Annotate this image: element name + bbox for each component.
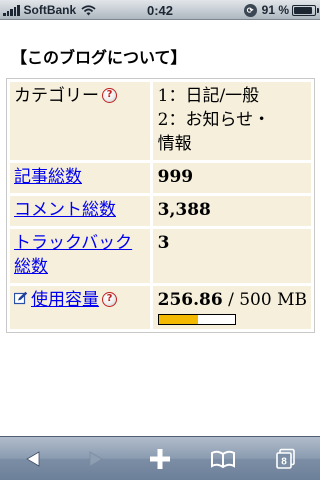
pages-icon: 8 bbox=[276, 448, 295, 469]
table-row: カテゴリー? 1：日記/一般 2：お知らせ・ 情報 bbox=[10, 82, 311, 160]
status-bar-right: ⟳ 91 % bbox=[243, 3, 319, 17]
battery-level-fill bbox=[294, 6, 313, 14]
forward-icon bbox=[89, 451, 103, 467]
pages-count: 8 bbox=[281, 457, 287, 468]
storage-link[interactable]: 使用容量 bbox=[31, 290, 99, 310]
trackbacks-value-cell: 3 bbox=[152, 229, 311, 283]
help-icon[interactable]: ? bbox=[102, 87, 117, 103]
battery-percent: 91 % bbox=[261, 3, 289, 17]
category-item: 2：お知らせ・ bbox=[157, 110, 271, 130]
browser-toolbar: 8 bbox=[0, 436, 320, 480]
bookmarks-icon bbox=[211, 450, 235, 468]
table-row: コメント総数 3,388 bbox=[10, 196, 311, 226]
storage-usage-bar bbox=[157, 314, 236, 325]
comments-label-cell: コメント総数 bbox=[10, 196, 150, 226]
section-title: 【このブログについて】 bbox=[11, 48, 187, 67]
help-icon[interactable]: ? bbox=[102, 291, 117, 307]
posts-label-cell: 記事総数 bbox=[10, 163, 150, 193]
blog-info-table: カテゴリー? 1：日記/一般 2：お知らせ・ 情報 記事総数 999 コメント総… bbox=[6, 78, 315, 333]
pages-button[interactable]: 8 bbox=[259, 437, 313, 480]
add-icon bbox=[150, 449, 170, 469]
status-bar: SoftBank 0:42 ⟳ 91 % bbox=[0, 0, 320, 20]
table-row: 記事総数 999 bbox=[10, 163, 311, 193]
table-row: トラックバック総数 3 bbox=[10, 229, 311, 283]
comments-link[interactable]: コメント総数 bbox=[14, 200, 116, 220]
storage-value-cell: 256.86 / 500 MB bbox=[152, 286, 311, 329]
posts-value-cell: 999 bbox=[152, 163, 311, 193]
posts-count: 999 bbox=[157, 167, 194, 187]
storage-label-cell: 使用容量? bbox=[10, 286, 150, 329]
trackbacks-link[interactable]: トラックバック総数 bbox=[14, 233, 132, 277]
trackbacks-count: 3 bbox=[157, 233, 170, 253]
comments-value-cell: 3,388 bbox=[152, 196, 311, 226]
storage-used: 256.86 bbox=[157, 290, 223, 310]
category-item: 情報 bbox=[157, 134, 192, 154]
battery-icon bbox=[292, 4, 319, 16]
categories-label: カテゴリー bbox=[14, 86, 99, 106]
storage-total: 500 MB bbox=[239, 290, 307, 310]
rotation-lock-icon: ⟳ bbox=[243, 3, 257, 17]
category-item: 1：日記/一般 bbox=[157, 86, 260, 106]
comments-count: 3,388 bbox=[157, 200, 211, 220]
categories-label-cell: カテゴリー? bbox=[10, 82, 150, 160]
bookmarks-button[interactable] bbox=[196, 437, 250, 480]
storage-usage-text: 256.86 / 500 MB bbox=[158, 288, 307, 312]
categories-value-cell: 1：日記/一般 2：お知らせ・ 情報 bbox=[152, 82, 311, 160]
storage-usage-bar-fill bbox=[158, 315, 198, 324]
posts-link[interactable]: 記事総数 bbox=[14, 167, 82, 187]
storage-separator: / bbox=[222, 290, 240, 310]
back-button[interactable] bbox=[6, 437, 60, 480]
trackbacks-label-cell: トラックバック総数 bbox=[10, 229, 150, 283]
add-bookmark-button[interactable] bbox=[133, 437, 187, 480]
back-icon bbox=[26, 451, 40, 467]
forward-button[interactable] bbox=[69, 437, 123, 480]
edit-icon bbox=[14, 291, 28, 305]
table-row: 使用容量? 256.86 / 500 MB bbox=[10, 286, 311, 329]
web-page-content[interactable]: 【このブログについて】 カテゴリー? 1：日記/一般 2：お知らせ・ 情報 記事… bbox=[0, 21, 320, 438]
